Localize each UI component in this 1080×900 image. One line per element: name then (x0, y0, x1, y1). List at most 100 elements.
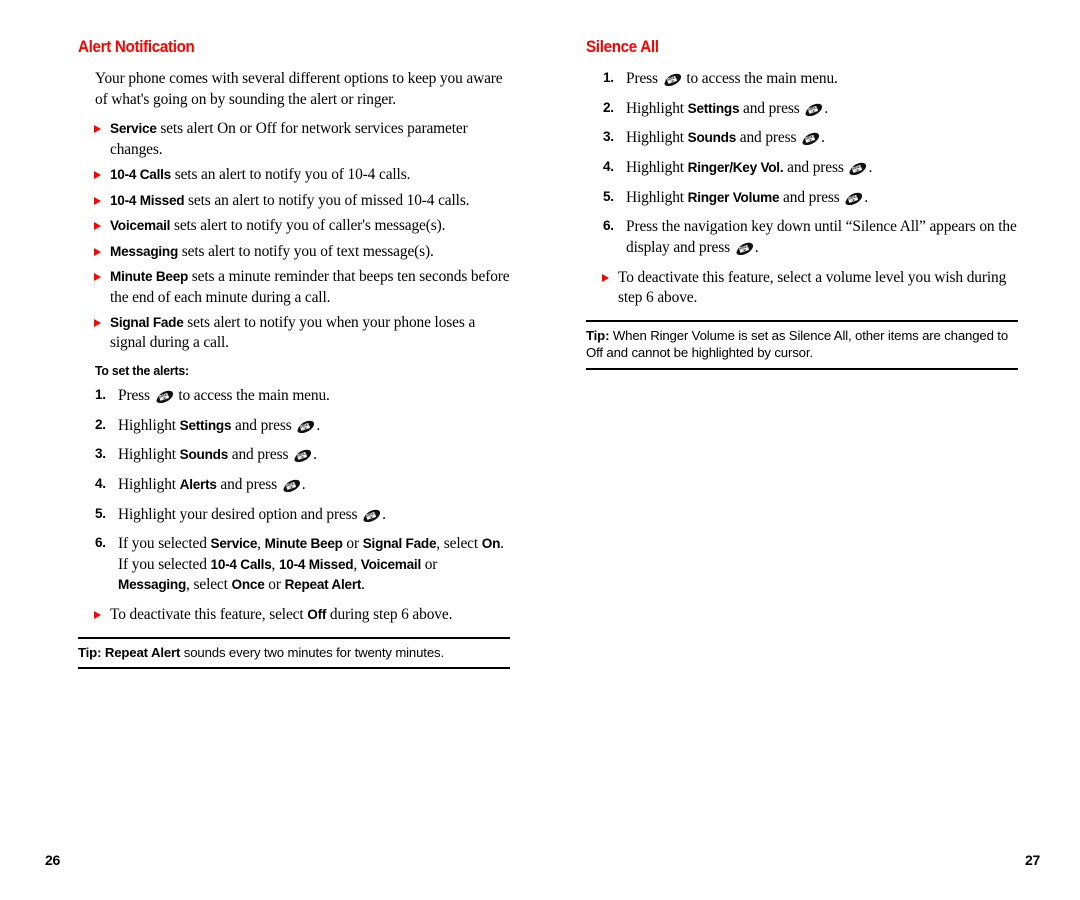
step-number: 3. (95, 446, 106, 462)
deactivate-bullet: To deactivate this feature, select Off d… (78, 605, 510, 625)
list-item: Voicemail sets alert to notify you of ca… (78, 216, 510, 236)
step-text-mid: and press (216, 475, 281, 493)
step-number: 4. (95, 475, 106, 491)
triangle-bullet-icon (94, 125, 101, 134)
ok-key-icon: MENU OK (804, 103, 823, 117)
step-text-tail: . (316, 416, 321, 434)
list-item: Messaging sets alert to notify you of te… (78, 242, 510, 262)
step-text: Highlight (118, 416, 180, 434)
s6-l2-t4: Messaging (118, 577, 187, 593)
step-4: 4. Highlight Ringer/Key Vol. and press M… (586, 158, 1018, 179)
step-5: 5. Highlight your desired option and pre… (78, 505, 510, 526)
tip-box-left: Tip: Repeat Alert sounds every two minut… (78, 636, 510, 670)
menu-term: Alerts (179, 476, 217, 492)
step-text: Highlight (626, 129, 688, 147)
step-number: 5. (95, 505, 106, 521)
subhead-to-set-the-alerts: To set the alerts: (95, 362, 189, 378)
s6-l2-s3: or (421, 555, 438, 573)
step-text-tail: . (301, 475, 306, 493)
step-1: 1. Press MENU OK to access the main menu. (78, 386, 510, 407)
step-text-mid: and press (739, 99, 804, 117)
step-text-mid: and press (231, 416, 296, 434)
deactivate-note-list: To deactivate this feature, select Off d… (78, 605, 510, 625)
option-description: sets alert On or Off for network service… (110, 120, 468, 158)
deactivate-bullet: To deactivate this feature, select a vol… (586, 268, 1018, 309)
set-alerts-steps: 1. Press MENU OK to access the main menu.… (78, 386, 510, 596)
list-item: Minute Beep sets a minute reminder that … (78, 267, 510, 308)
step-text-tail: . (382, 505, 386, 523)
step-text-tail: to access the main menu. (174, 386, 330, 404)
option-term: Messaging (110, 243, 179, 259)
triangle-bullet-icon (94, 273, 101, 282)
deactivate-post: during step 6 above. (326, 606, 453, 624)
tip-box-right: Tip: When Ringer Volume is set as Silenc… (586, 319, 1018, 371)
triangle-bullet-icon (94, 222, 101, 231)
step-number: 6. (603, 218, 614, 234)
option-term: Minute Beep (110, 269, 189, 285)
step-number: 5. (603, 188, 614, 204)
step-1: 1. Press MENU OK to access the main menu. (586, 69, 1018, 90)
tip-label: Tip: (586, 327, 613, 343)
step-text: Highlight (626, 188, 688, 206)
option-description: sets an alert to notify you of missed 10… (184, 191, 470, 209)
ok-key-icon: MENU OK (663, 73, 682, 87)
ok-key-icon: MENU OK (362, 509, 381, 523)
menu-term: Sounds (179, 447, 229, 463)
step-4: 4. Highlight Alerts and press MENU OK. (78, 475, 510, 496)
tip-text: When Ringer Volume is set as Silence All… (586, 327, 1009, 361)
s6-l2-t2: 10-4 Missed (278, 556, 354, 572)
tip-text: sounds every two minutes for twenty minu… (180, 644, 444, 660)
step-text: Press (626, 70, 662, 88)
step-text-tail: . (868, 159, 873, 177)
option-term: 10-4 Missed (110, 192, 185, 208)
s6-l2-pre: If you selected (118, 555, 211, 573)
triangle-bullet-icon (94, 318, 101, 327)
step-text-tail: . (821, 129, 825, 147)
step-text: Press (118, 386, 154, 404)
triangle-bullet-icon (94, 171, 101, 180)
deactivate-term: Off (307, 607, 327, 623)
intro-paragraph: Your phone comes with several different … (95, 70, 503, 108)
s6-l3-pre: select (193, 576, 232, 594)
option-term: 10-4 Calls (110, 167, 171, 183)
s6-l2-t3: Voicemail (360, 556, 421, 572)
step-text: Highlight (118, 446, 180, 464)
step-text: Press the navigation key down until “Sil… (626, 218, 1017, 256)
menu-term: Settings (179, 417, 232, 433)
step-number: 3. (603, 129, 614, 145)
option-description: sets an alert to notify you of 10-4 call… (170, 166, 411, 184)
s6-l3-t1: Once (231, 577, 265, 593)
s6-l2-s1: , (271, 555, 279, 573)
s6-l2-s2: , (353, 555, 361, 573)
step-3: 3. Highlight Sounds and press MENU OK. (586, 128, 1018, 149)
s6-l3-end: . (361, 576, 365, 594)
page-number-right: 27 (1025, 852, 1040, 868)
step-text-tail: . (824, 99, 829, 117)
menu-term: Ringer Volume (687, 189, 780, 205)
step-text: Highlight (626, 99, 688, 117)
deactivate-pre: To deactivate this feature, select (110, 606, 308, 624)
ok-key-icon: MENU OK (293, 449, 312, 463)
triangle-bullet-icon (94, 611, 101, 620)
s6-l1-end: . (500, 535, 504, 553)
step-2: 2. Highlight Settings and press MENU OK. (78, 416, 510, 437)
step-6: 6. If you selected Service, Minute Beep … (78, 534, 510, 596)
step-text: Highlight your desired option and press (118, 505, 362, 523)
step-text-tail: to access the main menu. (682, 70, 838, 88)
step-5: 5. Highlight Ringer Volume and press MEN… (586, 188, 1018, 209)
ok-key-icon: MENU OK (296, 420, 315, 434)
manual-page-spread: Alert Notification Your phone comes with… (0, 0, 1080, 900)
deactivate-pre: To deactivate this feature, select a vol… (618, 268, 1007, 307)
list-item: Service sets alert On or Off for network… (78, 119, 510, 160)
tip-label: Tip: (78, 644, 105, 660)
s6-l1-t4: On (481, 536, 501, 552)
step-number: 2. (95, 416, 106, 432)
deactivate-note-list: To deactivate this feature, select a vol… (586, 268, 1018, 309)
option-term: Voicemail (110, 218, 171, 234)
silence-all-steps: 1. Press MENU OK to access the main menu.… (586, 69, 1018, 258)
ok-key-icon: MENU OK (848, 162, 867, 176)
step-number: 2. (603, 99, 614, 115)
step-number: 6. (95, 535, 106, 551)
triangle-bullet-icon (94, 247, 101, 256)
s6-l2-t1: 10-4 Calls (210, 556, 272, 572)
